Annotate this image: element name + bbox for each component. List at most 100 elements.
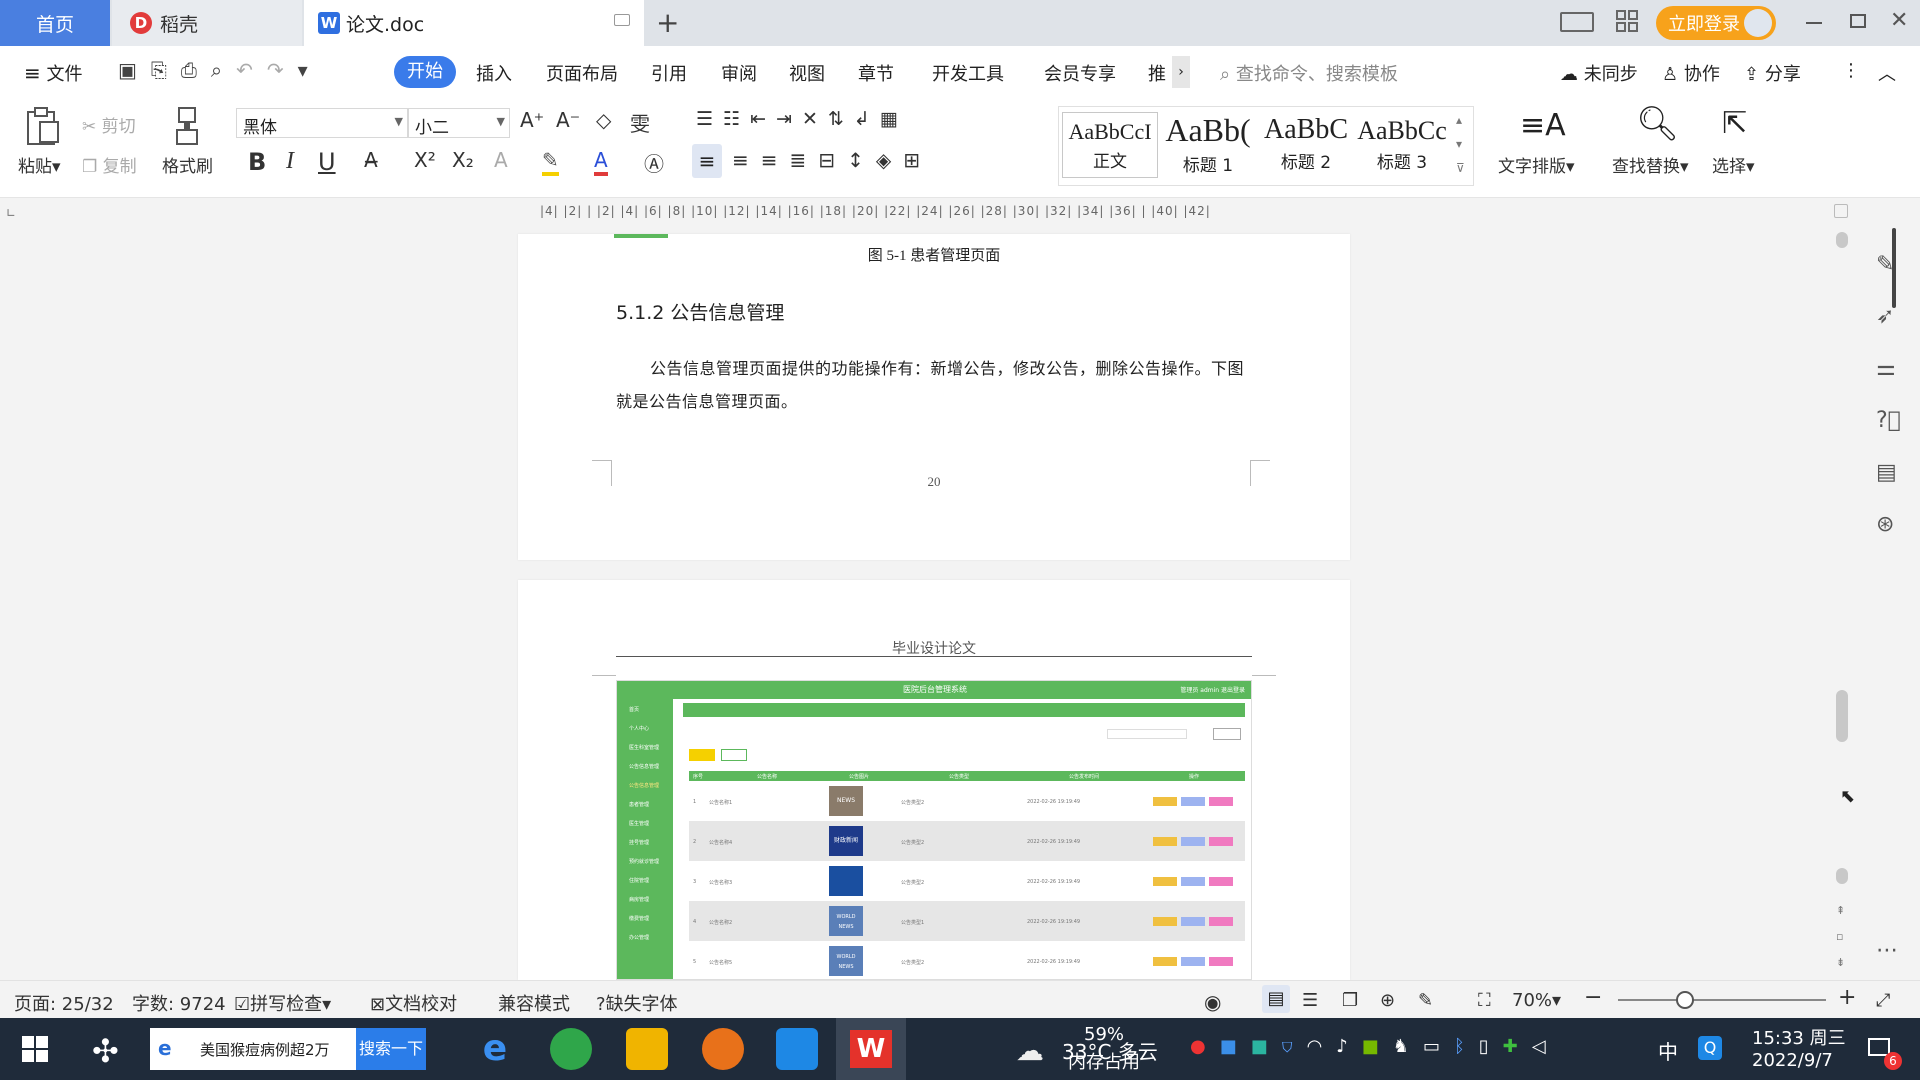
collapse-ribbon-icon[interactable]: ︿	[1878, 60, 1896, 86]
align-center-icon[interactable]: ≡	[732, 148, 761, 172]
phonetic-guide-icon[interactable]: 雯	[630, 108, 650, 137]
style-gallery-scroll[interactable]: ▴ ▾ ⊽	[1456, 108, 1465, 180]
outdent-icon[interactable]: ⇤	[750, 108, 776, 130]
tab-home[interactable]: 首页	[0, 0, 110, 46]
redo-icon[interactable]: ↷	[267, 58, 298, 82]
superscript-icon[interactable]: X²	[414, 148, 436, 172]
fullscreen-icon[interactable]: ⤢	[1876, 990, 1890, 1011]
write-mode-icon[interactable]: ✎	[1418, 990, 1433, 1011]
tab-daoke[interactable]: D 稻壳	[112, 0, 302, 46]
paste-button[interactable]: 粘贴▾	[18, 152, 61, 177]
taskbar-search-button[interactable]: 搜索一下	[356, 1028, 426, 1070]
minimize-icon[interactable]	[1806, 22, 1822, 24]
shield-tray-icon[interactable]: ⛉	[1282, 1036, 1307, 1057]
nvidia-icon[interactable]: ■	[1362, 1036, 1393, 1057]
indent-icon[interactable]: ⇥	[776, 108, 802, 130]
help-icon[interactable]: ?⃝	[1876, 408, 1901, 433]
highlight-icon[interactable]: ✎	[542, 148, 559, 176]
shield-app-icon[interactable]	[776, 1028, 818, 1070]
bluetooth-icon[interactable]: ᛒ	[1454, 1036, 1479, 1057]
borders-icon[interactable]: ⊞	[903, 148, 932, 172]
scroll-thumb[interactable]	[1836, 690, 1848, 742]
tab-page-layout[interactable]: 页面布局	[546, 60, 618, 86]
app-tray-icon[interactable]: ■	[1251, 1036, 1282, 1057]
document-page[interactable]: 毕业设计论文 医院后台管理系统 管理员 admin 退出登录 首页 个人中心 医…	[518, 580, 1350, 980]
zoom-in-icon[interactable]: +	[1838, 985, 1856, 1010]
export-pdf-icon[interactable]: ⎘	[151, 58, 181, 82]
grow-font-icon[interactable]: A⁺	[520, 108, 544, 132]
volume-icon[interactable]: ◁	[1532, 1036, 1560, 1057]
align-tools[interactable]: ≡≡≣⊟↕◈⊞	[732, 148, 932, 172]
share-button[interactable]: ⇪ 分享	[1744, 60, 1801, 86]
qq-icon[interactable]: ♞	[1393, 1036, 1423, 1057]
select-cursor-icon[interactable]: ⇱	[1722, 106, 1747, 141]
green-plus-icon[interactable]: ✚	[1503, 1036, 1532, 1057]
horizontal-ruler[interactable]: |4| |2| | |2| |4| |6| |8| |10| |12| |14|…	[540, 204, 1330, 226]
distribute-icon[interactable]: ⊟	[818, 148, 847, 172]
number-list-icon[interactable]: ☷	[723, 108, 750, 130]
tray-icons[interactable]: ●■■⛉◠♪■♞▭ᛒ▯✚◁	[1190, 1036, 1560, 1057]
collab-button[interactable]: ♙ 协作	[1662, 60, 1720, 86]
save-icon[interactable]: ▣	[118, 58, 151, 82]
new-tab-button[interactable]: +	[656, 6, 679, 39]
red-app-tray-icon[interactable]: ●	[1190, 1036, 1220, 1057]
scroll-down-icon[interactable]	[1836, 868, 1848, 884]
sliders-icon[interactable]: ⚌	[1876, 356, 1896, 381]
usb-icon[interactable]: ▯	[1479, 1036, 1503, 1057]
taskbar-search-box[interactable]: e 美国猴痘病例超2万	[150, 1028, 356, 1070]
page-indicator[interactable]: 页面: 25/32	[14, 990, 114, 1016]
strikethrough-icon[interactable]: A̶	[364, 148, 378, 172]
tab-review[interactable]: 审阅	[721, 60, 757, 86]
apps-grid-icon[interactable]	[1616, 10, 1638, 32]
layout-icon[interactable]	[1560, 12, 1594, 32]
app-tray-icon[interactable]: ■	[1220, 1036, 1251, 1057]
sync-button[interactable]: ☁ 未同步	[1560, 60, 1638, 86]
split-view-icon[interactable]	[1834, 204, 1848, 218]
find-replace-icon[interactable]: 🔍︎	[1636, 104, 1679, 144]
table-gridlines-icon[interactable]: ▦	[880, 108, 908, 130]
tab-developer[interactable]: 开发工具	[932, 60, 1004, 86]
format-painter-button[interactable]: 格式刷	[162, 152, 213, 177]
ie-browser-icon[interactable]: e	[474, 1028, 516, 1070]
tab-chapter[interactable]: 章节	[858, 60, 894, 86]
align-right-icon[interactable]: ≡	[761, 148, 790, 172]
web-view-icon[interactable]: ⊕	[1380, 990, 1395, 1011]
zoom-out-icon[interactable]: −	[1584, 985, 1602, 1010]
browser-360-icon[interactable]	[550, 1028, 592, 1070]
compass-icon[interactable]: ⊛	[1876, 512, 1894, 537]
spell-check-button[interactable]: ☑拼写检查▾	[234, 990, 331, 1016]
show-marks-icon[interactable]: ↲	[854, 108, 880, 130]
paste-icon[interactable]	[24, 106, 62, 146]
compat-mode-label[interactable]: 兼容模式	[498, 990, 570, 1016]
tab-more[interactable]: 推	[1148, 60, 1166, 86]
notification-bell-icon[interactable]: ♪	[1336, 1036, 1362, 1057]
text-layout-icon[interactable]: ≡A	[1520, 108, 1566, 143]
more-icon[interactable]: ⋯	[1876, 938, 1898, 963]
clock-time[interactable]: 15:33 周三	[1752, 1024, 1846, 1050]
font-size-select[interactable]: 小二 ▼	[408, 108, 510, 138]
screen-icon[interactable]	[614, 14, 630, 26]
font-name-select[interactable]: 黑体 ▼	[236, 108, 408, 138]
clear-format-icon[interactable]: ◇	[596, 108, 611, 132]
page-view-icon[interactable]: ▤	[1262, 985, 1290, 1013]
vertical-scrollbar[interactable]: ⇞ ▫ ⇟	[1832, 198, 1852, 980]
tab-document[interactable]: W 论文.doc	[304, 0, 644, 46]
subscript-icon[interactable]: X₂	[452, 148, 474, 172]
undo-icon[interactable]: ↶	[236, 58, 267, 82]
tab-insert[interactable]: 插入	[476, 60, 512, 86]
pen-icon[interactable]: ✎	[1876, 252, 1894, 277]
sort-icon[interactable]: ⇅	[828, 108, 854, 130]
text-effect-icon[interactable]: A	[494, 148, 508, 172]
reading-view-icon[interactable]: ❐	[1342, 990, 1358, 1011]
missing-font-button[interactable]: ?缺失字体	[596, 990, 678, 1016]
bullet-list-icon[interactable]: ☰	[696, 108, 723, 130]
customize-icon[interactable]: ▾	[298, 58, 322, 82]
proofread-button[interactable]: ⊠文档校对	[370, 990, 457, 1016]
font-color-icon[interactable]: A	[594, 148, 608, 176]
align-left-icon[interactable]: ≡	[692, 144, 722, 178]
bold-icon[interactable]: B	[248, 148, 266, 176]
tab-member[interactable]: 会员专享	[1044, 60, 1116, 86]
file-menu[interactable]: ≡ 文件	[24, 60, 83, 86]
fit-page-icon[interactable]: ⛶	[1478, 990, 1491, 1011]
tab-view[interactable]: 视图	[789, 60, 825, 86]
